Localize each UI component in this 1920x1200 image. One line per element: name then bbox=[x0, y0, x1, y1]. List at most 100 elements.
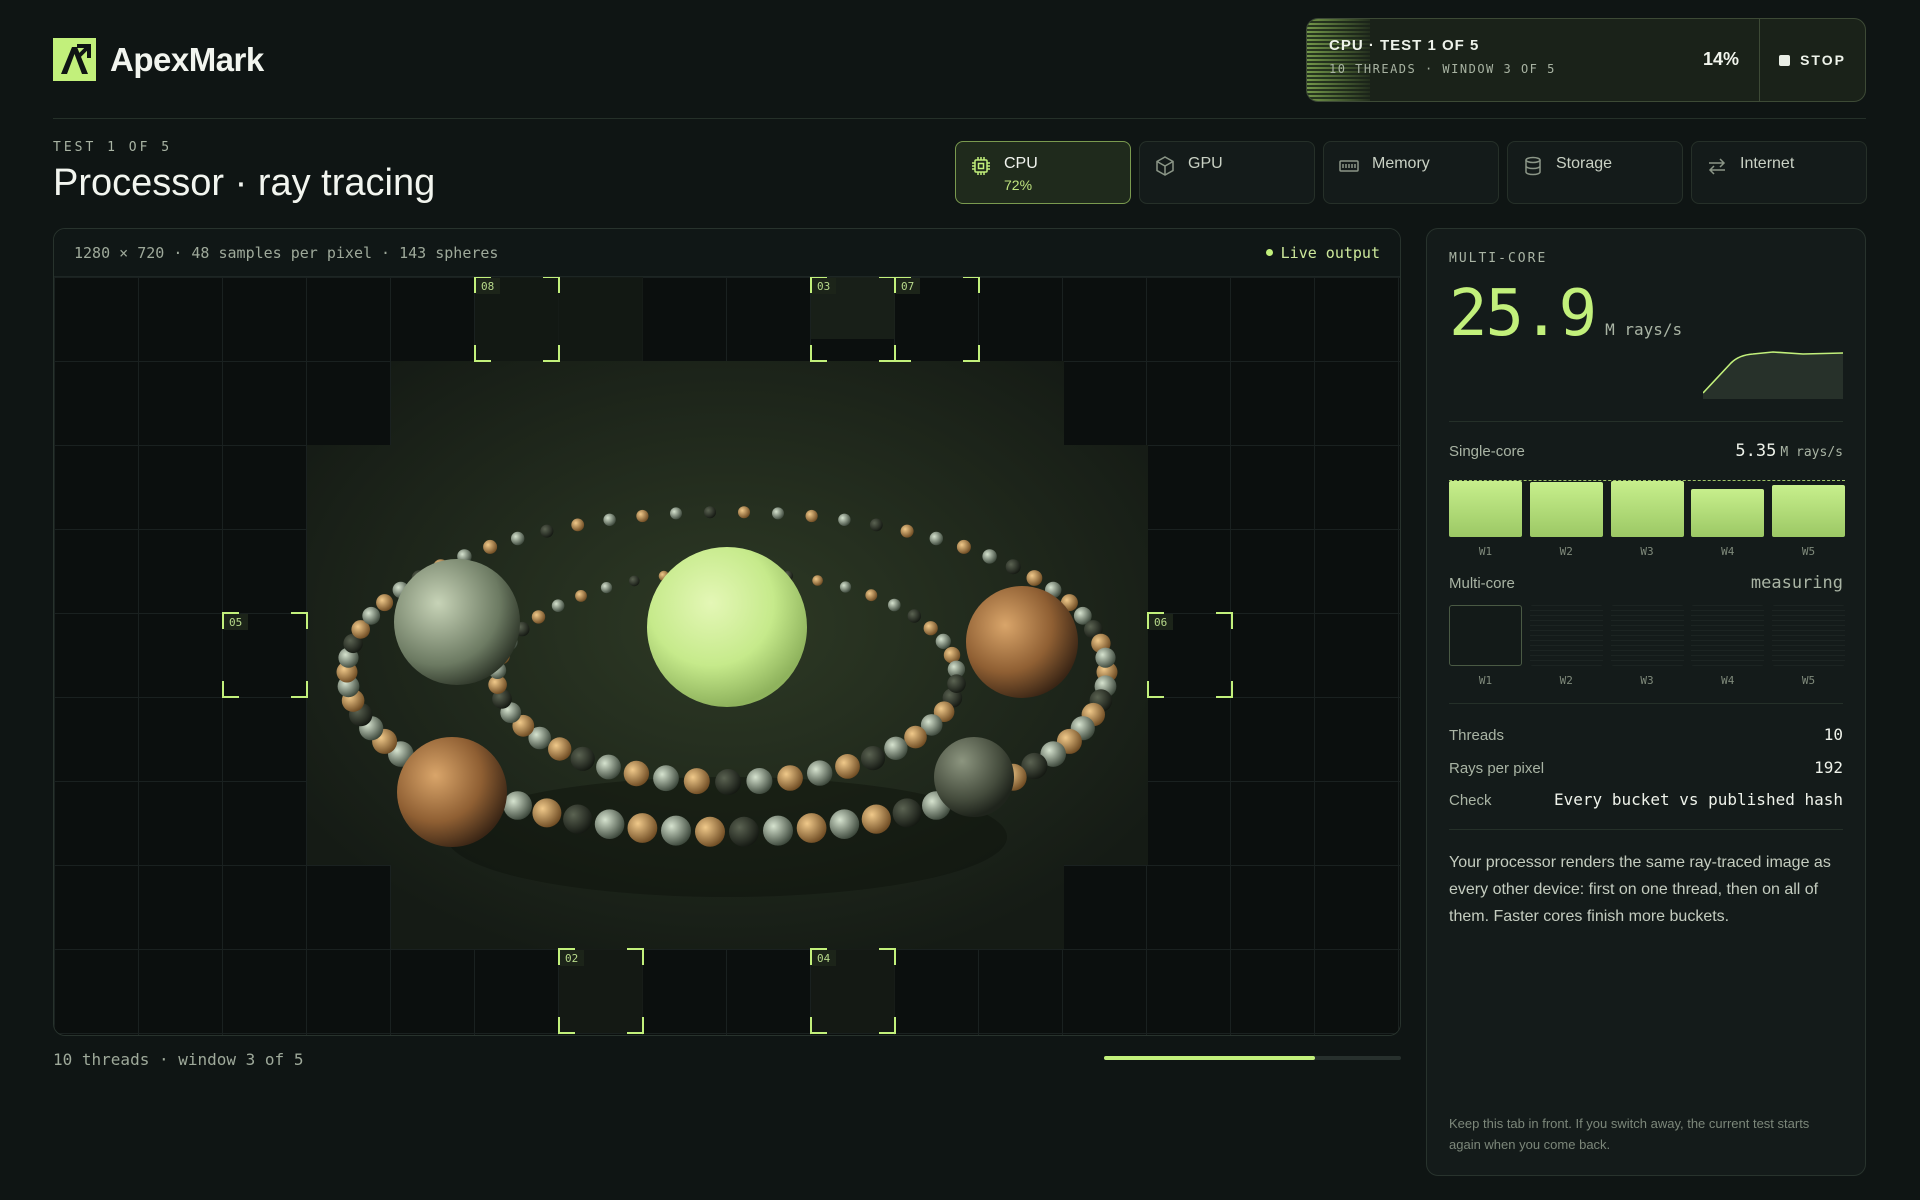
multi-core-window: W2 bbox=[1529, 605, 1603, 687]
multi-core-score: 25.9 M rays/s bbox=[1449, 277, 1682, 351]
small-sphere bbox=[869, 518, 883, 532]
small-sphere bbox=[540, 524, 554, 538]
multi-core-window: W4 bbox=[1691, 605, 1765, 687]
render-footer: 10 threads · window 3 of 5 bbox=[53, 1050, 304, 1069]
test-status-pill: CPU · TEST 1 OF 5 10 THREADS · WINDOW 3 … bbox=[1306, 18, 1866, 102]
small-sphere bbox=[982, 549, 997, 564]
small-sphere bbox=[838, 513, 851, 526]
logo-icon bbox=[53, 38, 96, 81]
arrows-icon bbox=[1708, 158, 1726, 175]
tab-label: Memory bbox=[1372, 155, 1430, 172]
stat-threads-label: Threads bbox=[1449, 727, 1505, 744]
results-panel: MULTI-CORE 25.9 M rays/s Single-core 5.3… bbox=[1426, 228, 1866, 1176]
render-header: 1280 × 720 · 48 samples per pixel · 143 … bbox=[54, 229, 1400, 277]
status-percent: 14% bbox=[1702, 49, 1739, 69]
small-sphere bbox=[904, 725, 927, 749]
database-icon bbox=[1525, 156, 1541, 176]
small-sphere bbox=[805, 509, 818, 523]
divider bbox=[1449, 421, 1843, 422]
tab-storage[interactable]: Storage bbox=[1507, 141, 1683, 204]
pearl-sphere bbox=[394, 559, 520, 685]
small-sphere bbox=[683, 768, 710, 795]
score-sparkline bbox=[1703, 351, 1843, 399]
render-progress-fill bbox=[1104, 1056, 1315, 1060]
tab-cpu[interactable]: CPU 72% bbox=[955, 141, 1131, 204]
small-sphere bbox=[865, 589, 878, 602]
single-core-window: W1 bbox=[1449, 481, 1522, 558]
tab-memory[interactable]: Memory bbox=[1323, 141, 1499, 204]
glowing-sphere bbox=[647, 547, 807, 707]
window-label: W2 bbox=[1559, 674, 1573, 687]
small-sphere bbox=[907, 609, 921, 623]
small-sphere bbox=[1026, 570, 1043, 586]
copper-sphere bbox=[966, 586, 1078, 698]
bucket-label: 06 bbox=[1154, 616, 1167, 629]
small-sphere bbox=[548, 737, 572, 761]
stone-sphere bbox=[934, 737, 1014, 817]
live-dot-icon bbox=[1265, 249, 1273, 256]
multi-core-status: measuring bbox=[1750, 573, 1843, 593]
live-label: Live output bbox=[1280, 243, 1380, 262]
small-sphere bbox=[594, 809, 625, 839]
multi-core-window: W1 bbox=[1449, 605, 1522, 687]
render-progress bbox=[1104, 1056, 1401, 1060]
divider bbox=[1449, 829, 1843, 830]
bucket-label: 03 bbox=[817, 280, 830, 293]
bar-slot bbox=[1691, 481, 1765, 537]
small-sphere bbox=[900, 524, 914, 538]
single-core-bar bbox=[1449, 481, 1522, 537]
score-value: 25.9 bbox=[1449, 277, 1597, 351]
single-core-label: Single-core bbox=[1449, 443, 1525, 460]
bar-slot bbox=[1772, 481, 1845, 537]
small-sphere bbox=[935, 633, 951, 649]
tab-internet[interactable]: Internet bbox=[1691, 141, 1867, 204]
single-core-bar bbox=[1691, 489, 1765, 537]
stop-button[interactable]: STOP bbox=[1759, 19, 1865, 101]
tab-percent: 72% bbox=[1004, 177, 1033, 193]
small-sphere bbox=[772, 507, 784, 520]
window-label: W4 bbox=[1721, 674, 1735, 687]
small-sphere bbox=[551, 599, 565, 612]
window-label: W4 bbox=[1721, 545, 1735, 558]
score-unit: M rays/s bbox=[1605, 320, 1683, 339]
window-label: W1 bbox=[1478, 674, 1493, 687]
render-panel: 1280 × 720 · 48 samples per pixel · 143 … bbox=[53, 228, 1401, 1036]
stat-rays-label: Rays per pixel bbox=[1449, 760, 1545, 777]
small-sphere bbox=[763, 815, 793, 846]
multi-core-row-label: Multi-core bbox=[1449, 575, 1515, 592]
stop-label: STOP bbox=[1800, 52, 1846, 68]
stat-check-value: Every bucket vs published hash bbox=[1554, 790, 1843, 809]
window-label: W3 bbox=[1640, 674, 1654, 687]
small-sphere bbox=[1095, 647, 1116, 668]
ram-icon bbox=[1339, 160, 1359, 172]
multi-core-slot bbox=[1772, 605, 1845, 666]
benchmark-tabs: CPU 72% GPU Memory Storage Internet bbox=[955, 141, 1867, 204]
app-logo[interactable]: ApexMark bbox=[53, 38, 264, 81]
small-sphere bbox=[362, 606, 381, 625]
tab-label: Internet bbox=[1740, 155, 1795, 172]
multi-core-label: MULTI-CORE bbox=[1449, 251, 1548, 266]
small-sphere bbox=[777, 765, 803, 791]
small-sphere bbox=[531, 610, 546, 624]
single-core-number: 5.35 bbox=[1735, 441, 1777, 461]
cube-icon bbox=[1156, 156, 1174, 176]
multi-core-slot bbox=[1610, 605, 1684, 666]
stop-icon bbox=[1779, 54, 1791, 66]
tab-gpu[interactable]: GPU bbox=[1139, 141, 1315, 204]
small-sphere bbox=[807, 760, 833, 786]
render-image: 08 03 07 05 06 02 04 bbox=[222, 277, 1233, 1034]
tab-label: GPU bbox=[1188, 155, 1223, 172]
small-sphere bbox=[947, 674, 966, 693]
small-sphere bbox=[956, 539, 971, 554]
small-sphere bbox=[839, 581, 852, 593]
small-sphere bbox=[670, 507, 682, 520]
footnote: Keep this tab in front. If you switch aw… bbox=[1449, 1116, 1810, 1152]
small-sphere bbox=[923, 621, 938, 636]
single-core-window: W4 bbox=[1691, 481, 1765, 558]
render-meta: 1280 × 720 · 48 samples per pixel · 143 … bbox=[74, 243, 499, 262]
small-sphere bbox=[603, 513, 616, 526]
small-sphere bbox=[532, 798, 562, 828]
header-divider bbox=[53, 118, 1866, 119]
bar-slot bbox=[1529, 481, 1603, 537]
page-title: Processor · ray tracing bbox=[53, 162, 436, 204]
